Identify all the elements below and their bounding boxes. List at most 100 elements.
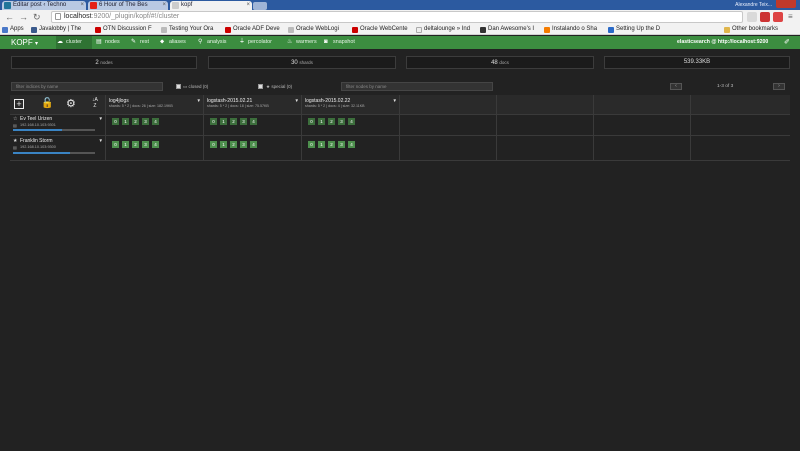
nav-aliases[interactable]: ⬥ aliases: [159, 36, 197, 49]
kopf-brand[interactable]: KOPF ▾: [11, 36, 38, 51]
closed-checkbox[interactable]: [176, 84, 181, 89]
nav-nodes[interactable]: ▤ nodes: [95, 36, 129, 49]
shard-4[interactable]: 4: [250, 118, 257, 125]
close-icon[interactable]: ×: [80, 1, 84, 10]
bookmark-item[interactable]: OTN Discussion F: [94, 24, 158, 35]
shard-2[interactable]: 2: [132, 141, 139, 148]
nav-rest[interactable]: ✎ rest: [130, 36, 158, 49]
node-row-franklin-storm[interactable]: ★ Franklin Storm ▼ ▤ 192.168.10.103:9300: [13, 138, 103, 158]
extension-icon[interactable]: [747, 12, 757, 22]
shard-2[interactable]: 2: [132, 118, 139, 125]
shard-3[interactable]: 3: [240, 141, 247, 148]
address-bar[interactable]: localhost:9200/_plugin/kopf/#!/cluster: [51, 11, 743, 23]
shard-2[interactable]: 2: [230, 118, 237, 125]
close-icon[interactable]: ×: [246, 1, 250, 10]
bookmark-item[interactable]: Testing Your Ora: [160, 24, 222, 35]
node-name: Ev Teel Urizen: [20, 116, 53, 122]
page-icon: [288, 27, 294, 33]
nav-percolator[interactable]: ⏚ percolator: [238, 36, 284, 49]
server-icon: ▤: [13, 124, 17, 128]
chevron-down-icon[interactable]: ▼: [99, 116, 103, 121]
shard-1[interactable]: 1: [318, 141, 325, 148]
shard-1[interactable]: 1: [122, 141, 129, 148]
new-tab-button[interactable]: [253, 2, 267, 10]
shard-2[interactable]: 2: [230, 141, 237, 148]
sort-alpha-icon[interactable]: ↓A Z: [92, 97, 102, 109]
bookmark-item[interactable]: Oracle ADF Deve: [224, 24, 286, 35]
shard-4[interactable]: 4: [152, 118, 159, 125]
shard-3[interactable]: 3: [240, 118, 247, 125]
tab-editar-post[interactable]: Editar post ‹ Techno ×: [2, 1, 86, 10]
bookmark-item[interactable]: Dan Awesome's I: [479, 24, 541, 35]
shard-4[interactable]: 4: [152, 141, 159, 148]
forward-icon[interactable]: →: [19, 11, 28, 23]
shard-1[interactable]: 1: [220, 141, 227, 148]
tab-youtube[interactable]: 6 Hour of The Bes ×: [88, 1, 168, 10]
index-header-logstash-2015-02-22[interactable]: logstash-2015.02.22 shards: 5 * 2 | docs…: [305, 98, 397, 109]
pagination-label: 1-3 of 3: [717, 84, 734, 89]
bookmark-item[interactable]: Oracle WebCente: [351, 24, 413, 35]
tab-kopf[interactable]: kopf ×: [170, 1, 252, 10]
special-checkbox[interactable]: [258, 84, 263, 89]
shard-3[interactable]: 3: [338, 141, 345, 148]
reload-icon[interactable]: ↻: [33, 11, 41, 23]
chevron-down-icon[interactable]: ▼: [295, 98, 299, 103]
nav-warmers[interactable]: ♨ warmers: [286, 36, 326, 49]
shard-0[interactable]: 0: [210, 118, 217, 125]
shard-3[interactable]: 3: [338, 118, 345, 125]
connection-icon[interactable]: ✐: [784, 36, 790, 49]
shard-3[interactable]: 3: [142, 118, 149, 125]
stat-unit: docs: [499, 60, 509, 65]
bookmark-item[interactable]: Oracle WebLogi: [287, 24, 349, 35]
shard-4[interactable]: 4: [348, 118, 355, 125]
other-bookmarks[interactable]: Other bookmarks: [723, 24, 799, 35]
next-page-button[interactable]: ›: [773, 83, 785, 90]
shard-0[interactable]: 0: [112, 118, 119, 125]
create-index-icon[interactable]: +: [14, 99, 24, 109]
shard-4[interactable]: 4: [348, 141, 355, 148]
elasticsearch-url[interactable]: elasticsearch @ http://localhost:9200: [677, 36, 768, 49]
chevron-down-icon[interactable]: ▼: [99, 138, 103, 143]
bookmark-label: Javalobby | The: [39, 26, 82, 32]
stat-value: 48: [491, 60, 498, 66]
prev-page-button[interactable]: ‹: [670, 83, 682, 90]
shard-2[interactable]: 2: [328, 141, 335, 148]
bookmark-item[interactable]: deltalounge » Ind: [415, 24, 477, 35]
edit-icon: ✎: [131, 39, 137, 45]
shard-0[interactable]: 0: [112, 141, 119, 148]
filter-indices-input[interactable]: filter indices by name: [11, 82, 163, 91]
shard-2[interactable]: 2: [328, 118, 335, 125]
bookmark-item[interactable]: Javalobby | The: [30, 24, 90, 35]
menu-icon[interactable]: ≡: [788, 11, 793, 23]
index-header-log4jlogs[interactable]: log4jlogs shards: 5 * 2 | docs: 26 | siz…: [109, 98, 201, 109]
bookmark-item[interactable]: Setting Up the D: [607, 24, 669, 35]
close-icon[interactable]: ×: [162, 1, 166, 10]
shard-0[interactable]: 0: [210, 141, 217, 148]
node-row-ev-teel-urizen[interactable]: ☆ Ev Teel Urizen ▼ ▤ 192.168.10.103:9301: [13, 116, 103, 134]
bookmark-apps[interactable]: Apps: [1, 24, 29, 35]
bookmark-label: Oracle WebCente: [360, 26, 408, 32]
closed-label: ▭ closed (0): [183, 84, 208, 90]
gmail-icon[interactable]: [760, 12, 770, 22]
index-header-logstash-2015-02-21[interactable]: logstash-2015.02.21 shards: 5 * 2 | docs…: [207, 98, 299, 109]
unlock-icon[interactable]: 🔓: [41, 98, 53, 110]
nav-snapshot[interactable]: ◙ snapshot: [323, 36, 367, 49]
shard-0[interactable]: 0: [308, 118, 315, 125]
shard-1[interactable]: 1: [122, 118, 129, 125]
chevron-down-icon[interactable]: ▼: [393, 98, 397, 103]
chevron-down-icon[interactable]: ▼: [197, 98, 201, 103]
folder-icon: [724, 27, 730, 33]
shard-1[interactable]: 1: [318, 118, 325, 125]
extension-icon[interactable]: [773, 12, 783, 22]
window-close-button[interactable]: [776, 0, 796, 8]
back-icon[interactable]: ←: [5, 11, 14, 23]
shard-0[interactable]: 0: [308, 141, 315, 148]
nav-cluster[interactable]: ☁ cluster: [56, 36, 92, 49]
nav-analysis[interactable]: ⚲ analysis: [197, 36, 237, 49]
bookmark-item[interactable]: Instalando o Sha: [543, 24, 605, 35]
shard-1[interactable]: 1: [220, 118, 227, 125]
filter-nodes-input[interactable]: filter nodes by name: [341, 82, 493, 91]
shard-4[interactable]: 4: [250, 141, 257, 148]
shard-3[interactable]: 3: [142, 141, 149, 148]
gear-icon[interactable]: ⚙: [66, 98, 76, 110]
